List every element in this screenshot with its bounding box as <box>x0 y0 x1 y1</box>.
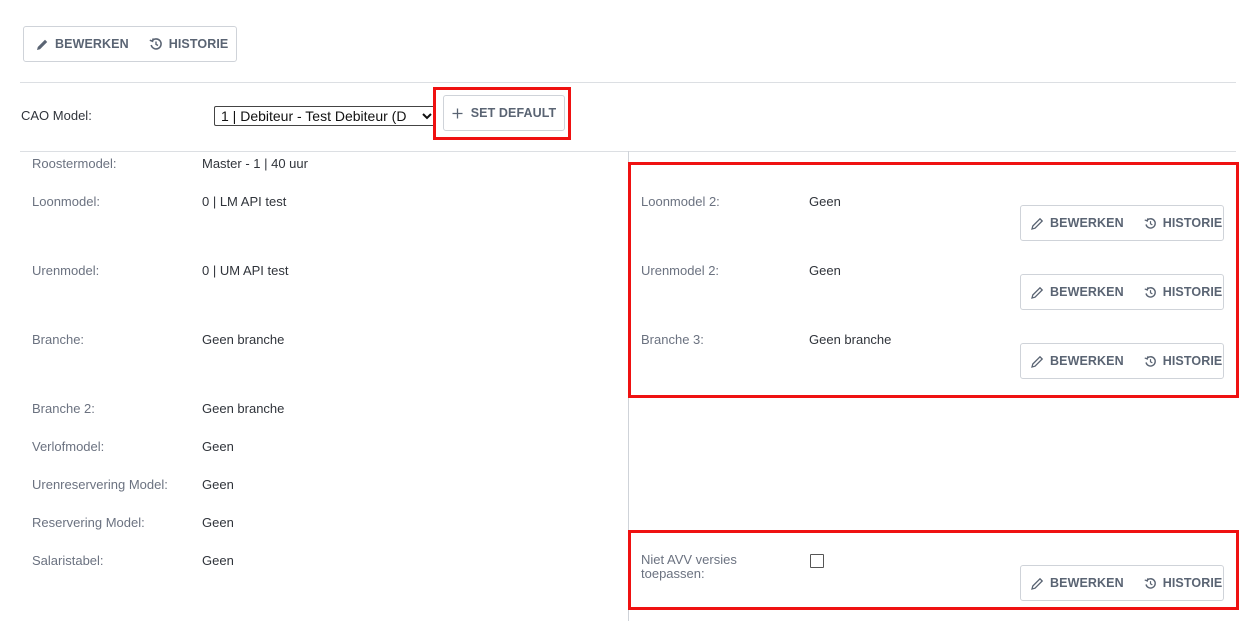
edit-button[interactable]: BEWERKEN <box>24 27 139 61</box>
urenmodel-label: Urenmodel: <box>32 263 100 278</box>
reservering-model-label: Reservering Model: <box>32 515 145 530</box>
urenmodel-value: 0 | UM API test <box>202 263 289 278</box>
urenreservering-model-value: Geen <box>202 477 234 492</box>
history-icon <box>149 37 163 51</box>
urenreservering-model-label: Urenreservering Model: <box>32 477 168 492</box>
edit-button-label: BEWERKEN <box>55 37 129 51</box>
roostermodel-value: Master - 1 | 40 uur <box>202 156 308 171</box>
history-button[interactable]: HISTORIE <box>139 27 239 61</box>
salaristabel-value: Geen <box>202 553 234 568</box>
divider <box>20 82 1236 83</box>
highlight-box-set-default <box>433 87 571 140</box>
history-button-label: HISTORIE <box>168 37 229 51</box>
loonmodel-label: Loonmodel: <box>32 194 100 209</box>
pencil-icon <box>36 38 49 51</box>
cao-model-select[interactable]: 1 | Debiteur - Test Debiteur (D <box>214 106 436 126</box>
roostermodel-label: Roostermodel: <box>32 156 117 171</box>
branche-2-label: Branche 2: <box>32 401 95 416</box>
cao-model-label: CAO Model: <box>21 108 92 123</box>
branche-value: Geen branche <box>202 332 285 347</box>
reservering-model-value: Geen <box>202 515 234 530</box>
verlofmodel-label: Verlofmodel: <box>32 439 105 454</box>
branche-2-value: Geen branche <box>202 401 285 416</box>
highlight-box-avv <box>628 530 1239 610</box>
verlofmodel-value: Geen <box>202 439 234 454</box>
loonmodel-value: 0 | LM API test <box>202 194 287 209</box>
salaristabel-label: Salaristabel: <box>32 553 104 568</box>
top-toolbar: BEWERKEN HISTORIE <box>23 26 237 62</box>
branche-label: Branche: <box>32 332 85 347</box>
highlight-box-right-models <box>628 162 1239 398</box>
